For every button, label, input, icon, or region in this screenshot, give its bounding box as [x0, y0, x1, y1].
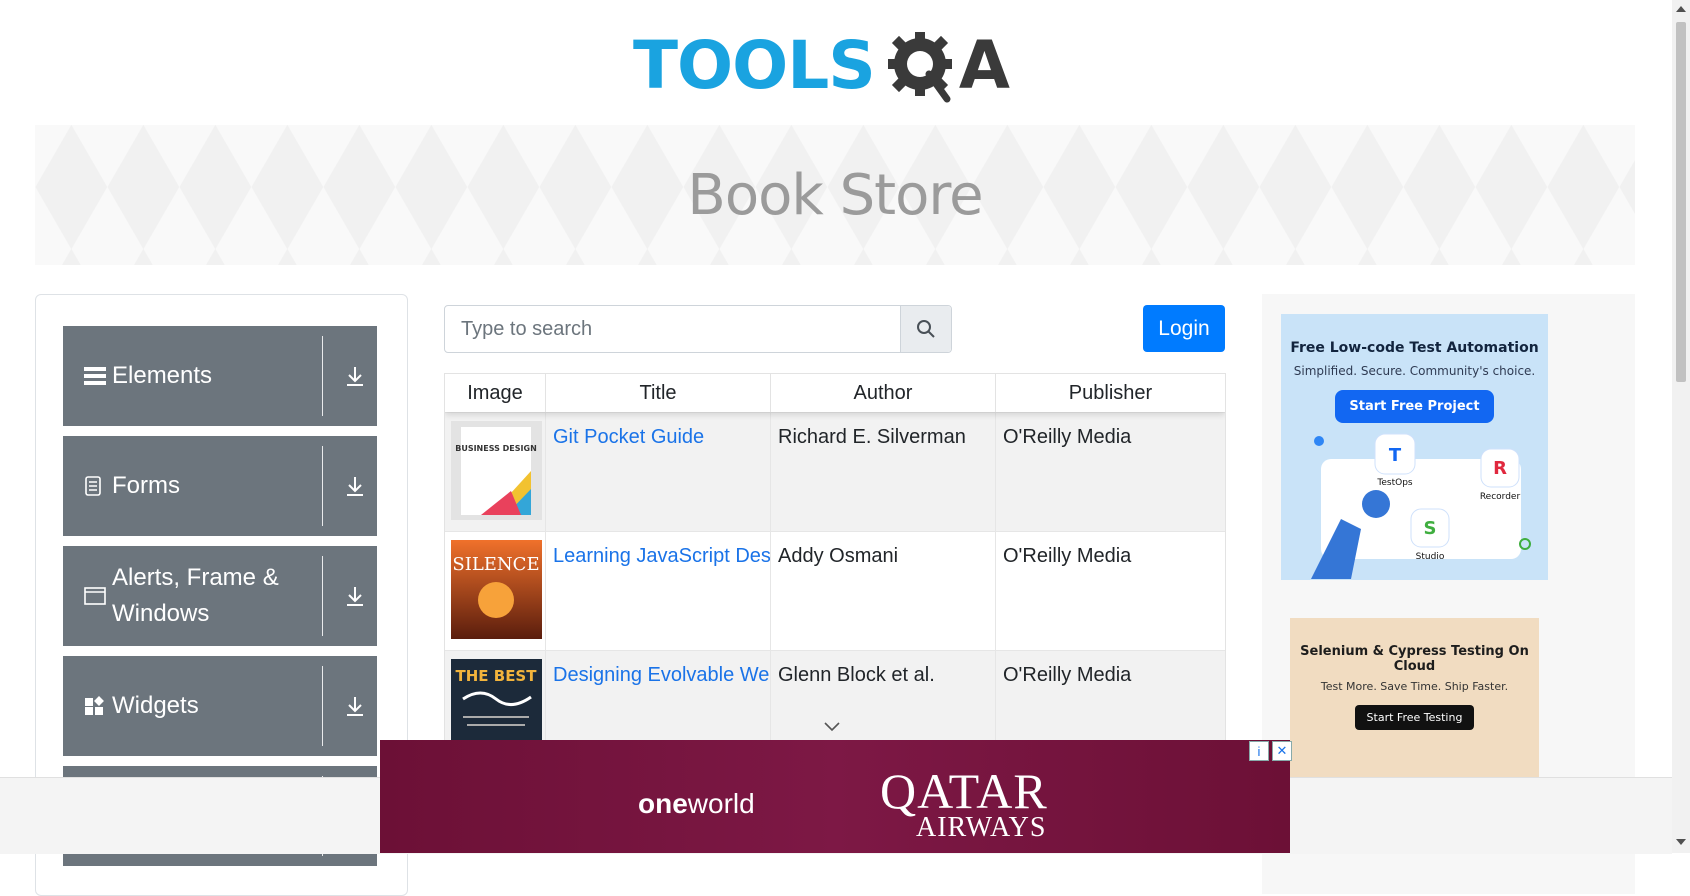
book-publisher-cell: O'Reilly Media — [1003, 545, 1132, 567]
widgets-icon — [84, 656, 108, 756]
book-cover-cell: SILENCE — [445, 532, 546, 651]
book-title-link[interactable]: Learning JavaScript Design Patterns — [553, 545, 770, 567]
document-icon — [84, 436, 108, 536]
book-author-cell: Richard E. Silverman — [771, 413, 996, 532]
column-header-publisher[interactable]: Publisher — [996, 374, 1225, 412]
ad-cta-button[interactable]: Start Free Testing — [1354, 705, 1475, 730]
oneworld-bold: one — [638, 788, 688, 819]
sidebar-group-widgets[interactable]: Widgets — [63, 656, 377, 756]
bottom-banner-ad[interactable]: oneworld QATAR AIRWAYS — [380, 740, 1290, 853]
ad-lowcode-automation[interactable]: Free Low-code Test Automation Simplified… — [1281, 314, 1548, 580]
book-publisher-cell: O'Reilly Media — [1003, 664, 1132, 686]
adchoices-icon[interactable]: i — [1249, 741, 1269, 761]
sidebar-group-forms[interactable]: Forms — [63, 436, 377, 536]
toolsqa-logo[interactable]: TOOLS A — [633, 18, 1010, 113]
ad-label-testops: TestOps — [1376, 478, 1413, 488]
search-button[interactable] — [900, 306, 951, 352]
ad-cta-button[interactable]: Start Free Project — [1335, 390, 1494, 423]
table-header: Image Title Author Publisher — [445, 374, 1225, 412]
ad-label-studio: Studio — [1416, 552, 1445, 562]
book-title-link[interactable]: Git Pocket Guide — [553, 426, 704, 448]
ad-title: Free Low-code Test Automation — [1290, 340, 1539, 356]
download-arrow-icon[interactable] — [345, 546, 365, 646]
table-row: BUSINESS DESIGN Git Pocket Guide Richard… — [445, 412, 1225, 532]
book-author-cell: Glenn Block et al. — [771, 651, 996, 746]
close-icon[interactable]: ✕ — [1272, 741, 1292, 761]
divider — [322, 556, 323, 636]
book-title-cell: Git Pocket Guide — [546, 413, 771, 532]
book-title-cell: Learning JavaScript Design Patterns — [546, 532, 771, 651]
book-cover-image: BUSINESS DESIGN — [451, 421, 542, 520]
svg-text:T: T — [1389, 445, 1402, 466]
divider — [322, 336, 323, 416]
divider — [322, 446, 323, 526]
logo-a-text: A — [958, 27, 1010, 104]
oneworld-logo: oneworld — [638, 788, 755, 820]
oneworld-rest: world — [687, 788, 755, 819]
book-publisher-cell: O'Reilly Media — [1003, 426, 1132, 448]
download-arrow-icon[interactable] — [345, 656, 365, 756]
book-author-cell: Addy Osmani — [771, 532, 996, 651]
table-row: SILENCE Learning JavaScript Design Patte… — [445, 531, 1225, 651]
sidebar-group-label: Alerts, Frame & Windows — [112, 564, 279, 627]
search-box — [444, 305, 952, 353]
hamburger-icon — [84, 326, 108, 426]
download-arrow-icon[interactable] — [345, 326, 365, 426]
book-title-cell: Designing Evolvable Web APIs with ASP.NE… — [546, 651, 771, 746]
ad-label-recorder: Recorder — [1480, 492, 1521, 502]
page-banner: Book Store — [35, 125, 1635, 265]
column-header-author[interactable]: Author — [771, 374, 996, 412]
svg-text:R: R — [1493, 458, 1507, 479]
ad-illustration: T R S TestOps Recorder Studio — [1311, 433, 1531, 579]
search-input[interactable] — [445, 306, 900, 352]
scroll-down-icon[interactable] — [1676, 839, 1686, 845]
book-cover-image: SILENCE — [451, 540, 542, 639]
chevron-down-icon[interactable] — [823, 721, 841, 733]
window-icon — [84, 546, 108, 646]
login-button[interactable]: Login — [1143, 305, 1225, 352]
ad-controls: i ✕ — [1249, 741, 1292, 761]
logo-tools-text: TOOLS — [633, 27, 876, 104]
ad-subtitle: Test More. Save Time. Ship Faster. — [1320, 680, 1509, 693]
books-table: Image Title Author Publisher BUSINESS DE… — [444, 373, 1226, 747]
column-header-title[interactable]: Title — [546, 374, 771, 412]
column-header-image[interactable]: Image — [445, 374, 546, 412]
ad-title: Selenium & Cypress Testing On Cloud — [1300, 644, 1529, 674]
divider — [322, 666, 323, 746]
sidebar-group-label: Widgets — [112, 692, 199, 719]
sidebar-group-label: Elements — [112, 362, 213, 389]
cover-title: BUSINESS DESIGN — [455, 444, 537, 453]
book-cover-cell: BUSINESS DESIGN — [445, 413, 546, 532]
gear-magnifier-icon — [887, 31, 952, 102]
cover-title: THE BEST — [456, 667, 538, 685]
scroll-up-icon[interactable] — [1676, 6, 1686, 12]
cover-title: SILENCE — [452, 554, 539, 575]
logo-qa-text: A — [883, 27, 1010, 104]
sidebar-group-alerts[interactable]: Alerts, Frame & Windows — [63, 546, 377, 646]
ad-subtitle: Simplified. Secure. Community's choice. — [1293, 364, 1536, 378]
book-cover-cell: THE BEST — [445, 651, 546, 746]
qatar-logo-line2: AIRWAYS — [916, 812, 1047, 843]
sidebar-group-label: Forms — [112, 472, 180, 499]
search-icon — [917, 320, 935, 338]
scrollbar-thumb[interactable] — [1676, 22, 1686, 382]
book-title-link[interactable]: Designing Evolvable Web APIs with ASP.NE… — [553, 664, 770, 686]
sidebar-group-elements[interactable]: Elements — [63, 326, 377, 426]
page-scrollbar[interactable] — [1672, 0, 1690, 853]
download-arrow-icon[interactable] — [345, 436, 365, 536]
book-cover-image: THE BEST — [451, 659, 542, 746]
svg-text:S: S — [1424, 518, 1437, 539]
page-title: Book Store — [687, 162, 983, 228]
